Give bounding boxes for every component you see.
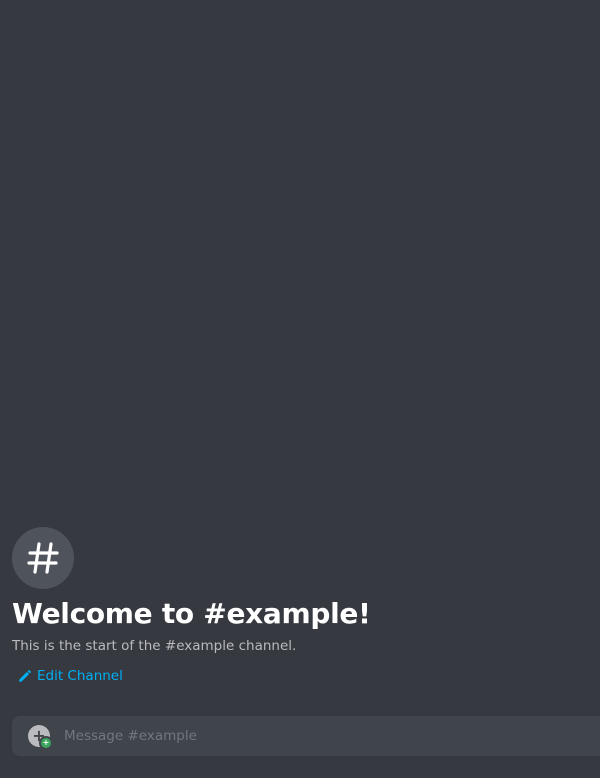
message-composer: + + — [12, 716, 600, 756]
edit-channel-link[interactable]: Edit Channel — [18, 667, 123, 685]
channel-view: Welcome to #example! This is the start o… — [0, 0, 600, 778]
hashtag-icon — [27, 542, 59, 574]
welcome-subtitle: This is the start of the #example channe… — [12, 638, 297, 654]
edit-channel-label: Edit Channel — [37, 668, 123, 684]
channel-welcome: Welcome to #example! This is the start o… — [12, 527, 592, 687]
attach-button[interactable]: + + — [28, 725, 53, 750]
welcome-title: Welcome to #example! — [12, 597, 371, 630]
message-input[interactable] — [64, 716, 600, 756]
pencil-icon — [19, 669, 31, 682]
channel-icon-circle — [12, 527, 74, 589]
add-badge-icon: + — [39, 736, 53, 750]
